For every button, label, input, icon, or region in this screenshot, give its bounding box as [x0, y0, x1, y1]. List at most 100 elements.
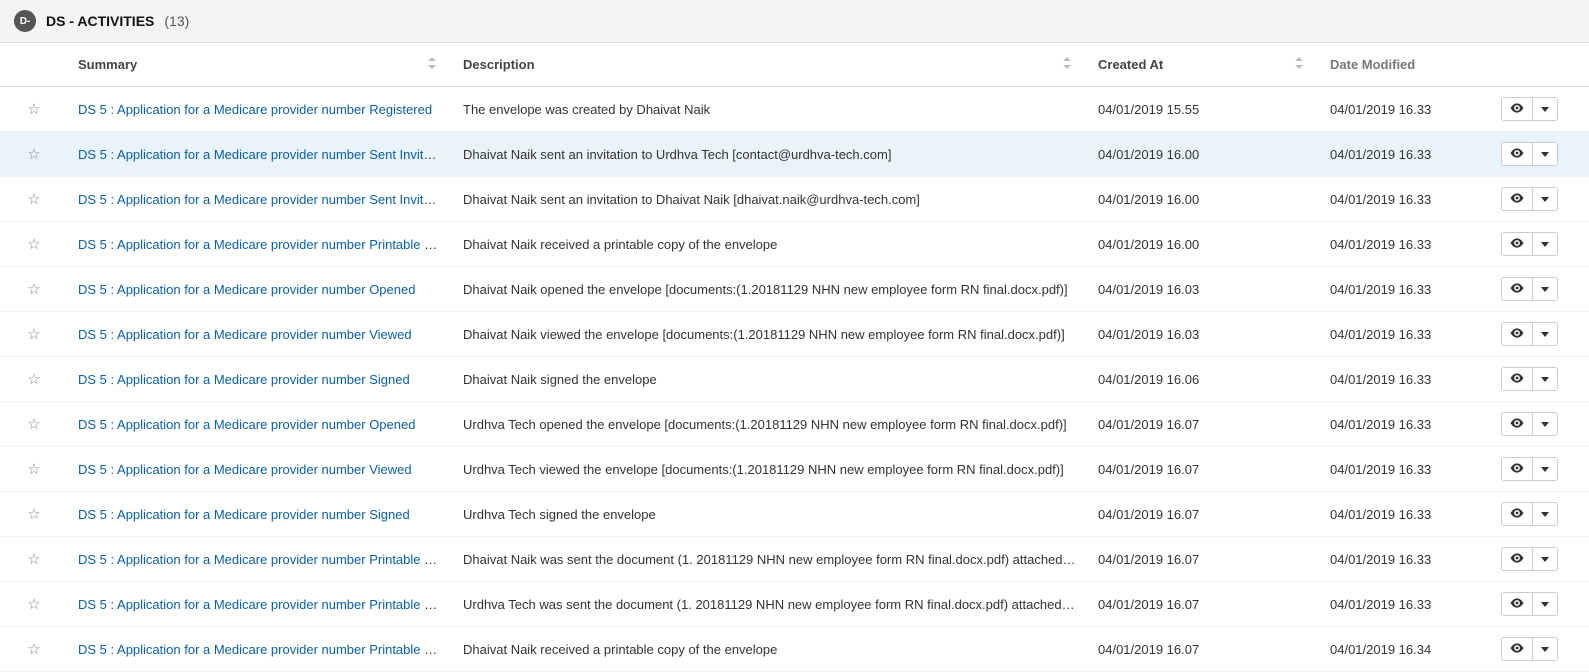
row-menu-button[interactable]	[1532, 458, 1557, 480]
summary-link[interactable]: DS 5 : Application for a Medicare provid…	[78, 507, 410, 522]
summary-link[interactable]: DS 5 : Application for a Medicare provid…	[78, 642, 453, 657]
chevron-down-icon	[1541, 332, 1549, 337]
favorite-star-icon[interactable]: ☆	[27, 145, 40, 163]
favorite-star-icon[interactable]: ☆	[27, 235, 40, 253]
summary-link[interactable]: DS 5 : Application for a Medicare provid…	[78, 147, 453, 162]
column-header-date-modified[interactable]: Date Modified	[1320, 43, 1495, 87]
preview-button[interactable]	[1502, 143, 1532, 165]
preview-button[interactable]	[1502, 188, 1532, 210]
column-label: Description	[463, 57, 535, 72]
activities-table: Summary Description Created At	[0, 43, 1589, 672]
eye-icon	[1510, 642, 1524, 656]
column-label: Summary	[78, 57, 137, 72]
row-menu-button[interactable]	[1532, 548, 1557, 570]
table-row: ☆ DS 5 : Application for a Medicare provi…	[0, 222, 1589, 267]
column-label: Date Modified	[1330, 57, 1415, 72]
row-menu-button[interactable]	[1532, 98, 1557, 120]
preview-button[interactable]	[1502, 323, 1532, 345]
date-modified-cell: 04/01/2019 16.33	[1320, 402, 1495, 447]
table-row: ☆ DS 5 : Application for a Medicare provi…	[0, 402, 1589, 447]
created-at-cell: 04/01/2019 16.00	[1088, 132, 1320, 177]
eye-icon	[1510, 102, 1524, 116]
row-actions	[1501, 412, 1558, 436]
summary-link[interactable]: DS 5 : Application for a Medicare provid…	[78, 417, 415, 432]
table-row: ☆ DS 5 : Application for a Medicare provi…	[0, 447, 1589, 492]
row-menu-button[interactable]	[1532, 188, 1557, 210]
chevron-down-icon	[1541, 602, 1549, 607]
created-at-cell: 04/01/2019 15.55	[1088, 87, 1320, 132]
summary-link[interactable]: DS 5 : Application for a Medicare provid…	[78, 327, 412, 342]
panel-title: DS - ACTIVITIES	[46, 13, 154, 29]
preview-button[interactable]	[1502, 278, 1532, 300]
date-modified-cell: 04/01/2019 16.33	[1320, 447, 1495, 492]
row-menu-button[interactable]	[1532, 368, 1557, 390]
date-modified-cell: 04/01/2019 16.33	[1320, 492, 1495, 537]
column-header-star	[0, 43, 68, 87]
row-menu-button[interactable]	[1532, 323, 1557, 345]
preview-button[interactable]	[1502, 593, 1532, 615]
date-modified-cell: 04/01/2019 16.33	[1320, 132, 1495, 177]
date-modified-cell: 04/01/2019 16.33	[1320, 582, 1495, 627]
preview-button[interactable]	[1502, 368, 1532, 390]
eye-icon	[1510, 372, 1524, 386]
favorite-star-icon[interactable]: ☆	[27, 280, 40, 298]
preview-button[interactable]	[1502, 413, 1532, 435]
column-header-description[interactable]: Description	[453, 43, 1088, 87]
summary-link[interactable]: DS 5 : Application for a Medicare provid…	[78, 552, 453, 567]
eye-icon	[1510, 507, 1524, 521]
preview-button[interactable]	[1502, 458, 1532, 480]
chevron-down-icon	[1541, 647, 1549, 652]
row-menu-button[interactable]	[1532, 278, 1557, 300]
table-row: ☆ DS 5 : Application for a Medicare provi…	[0, 537, 1589, 582]
preview-button[interactable]	[1502, 233, 1532, 255]
favorite-star-icon[interactable]: ☆	[27, 595, 40, 613]
summary-link[interactable]: DS 5 : Application for a Medicare provid…	[78, 597, 453, 612]
favorite-star-icon[interactable]: ☆	[27, 100, 40, 118]
favorite-star-icon[interactable]: ☆	[27, 190, 40, 208]
favorite-star-icon[interactable]: ☆	[27, 415, 40, 433]
summary-link[interactable]: DS 5 : Application for a Medicare provid…	[78, 462, 412, 477]
preview-button[interactable]	[1502, 548, 1532, 570]
row-menu-button[interactable]	[1532, 593, 1557, 615]
summary-link[interactable]: DS 5 : Application for a Medicare provid…	[78, 372, 410, 387]
row-menu-button[interactable]	[1532, 638, 1557, 660]
favorite-star-icon[interactable]: ☆	[27, 640, 40, 658]
favorite-star-icon[interactable]: ☆	[27, 325, 40, 343]
row-actions	[1501, 322, 1558, 346]
description-cell: Urdhva Tech was sent the document (1. 20…	[453, 582, 1088, 627]
favorite-star-icon[interactable]: ☆	[27, 505, 40, 523]
eye-icon	[1510, 597, 1524, 611]
created-at-cell: 04/01/2019 16.07	[1088, 492, 1320, 537]
favorite-star-icon[interactable]: ☆	[27, 460, 40, 478]
preview-button[interactable]	[1502, 503, 1532, 525]
eye-icon	[1510, 237, 1524, 251]
row-menu-button[interactable]	[1532, 413, 1557, 435]
description-cell: Dhaivat Naik viewed the envelope [docume…	[453, 312, 1088, 357]
column-header-summary[interactable]: Summary	[68, 43, 453, 87]
eye-icon	[1510, 192, 1524, 206]
summary-link[interactable]: DS 5 : Application for a Medicare provid…	[78, 237, 453, 252]
row-menu-button[interactable]	[1532, 143, 1557, 165]
chevron-down-icon	[1541, 557, 1549, 562]
row-menu-button[interactable]	[1532, 503, 1557, 525]
sort-icon	[1294, 57, 1304, 72]
summary-link[interactable]: DS 5 : Application for a Medicare provid…	[78, 282, 415, 297]
chevron-down-icon	[1541, 467, 1549, 472]
column-header-created-at[interactable]: Created At	[1088, 43, 1320, 87]
table-row: ☆ DS 5 : Application for a Medicare provi…	[0, 177, 1589, 222]
favorite-star-icon[interactable]: ☆	[27, 370, 40, 388]
chevron-down-icon	[1541, 422, 1549, 427]
preview-button[interactable]	[1502, 98, 1532, 120]
row-menu-button[interactable]	[1532, 233, 1557, 255]
date-modified-cell: 04/01/2019 16.33	[1320, 222, 1495, 267]
column-label: Created At	[1098, 57, 1163, 72]
summary-link[interactable]: DS 5 : Application for a Medicare provid…	[78, 192, 453, 207]
row-actions	[1501, 97, 1558, 121]
summary-link[interactable]: DS 5 : Application for a Medicare provid…	[78, 102, 432, 117]
created-at-cell: 04/01/2019 16.07	[1088, 402, 1320, 447]
description-cell: Urdhva Tech viewed the envelope [documen…	[453, 447, 1088, 492]
preview-button[interactable]	[1502, 638, 1532, 660]
favorite-star-icon[interactable]: ☆	[27, 550, 40, 568]
table-row: ☆ DS 5 : Application for a Medicare provi…	[0, 357, 1589, 402]
row-actions	[1501, 142, 1558, 166]
